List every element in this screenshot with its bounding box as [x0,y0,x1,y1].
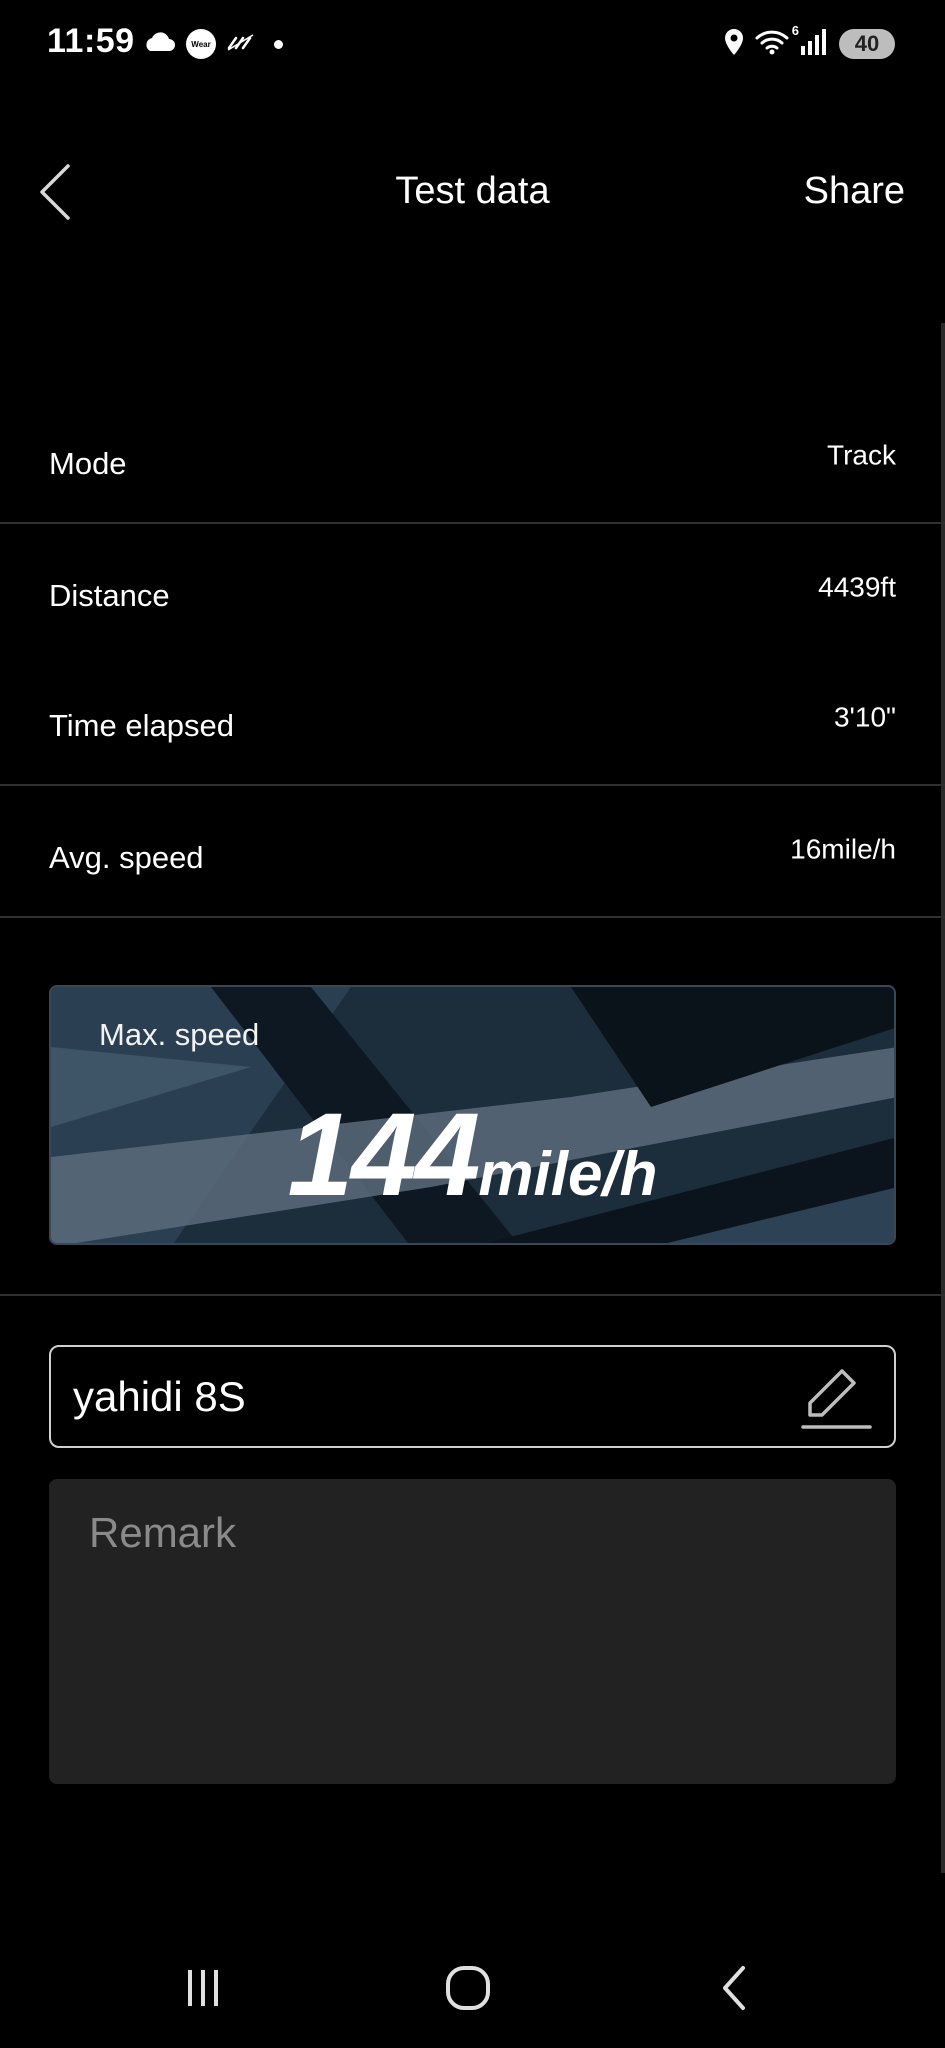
dot-icon [274,39,283,49]
divider [0,1294,945,1296]
device-name-value: yahidi 8S [73,1372,246,1420]
max-speed-value: 144 [287,1089,480,1221]
battery-indicator: 40 [839,29,895,59]
status-left-icons: Wear [142,26,283,62]
home-icon[interactable] [438,1958,498,2018]
row-value: Track [827,439,896,471]
row-mode: Mode Track [0,392,945,522]
row-value: 3'10" [833,701,896,733]
row-avg-speed: Avg. speed 16mile/h [0,786,945,916]
row-label: Time elapsed [49,708,234,744]
row-value: 16mile/h [790,833,896,865]
back-icon[interactable] [705,1958,765,2018]
row-label: Distance [49,578,170,614]
row-time-elapsed: Time elapsed 3'10" [0,654,945,784]
cell-signal-icon [799,28,829,61]
wifi-icon: 6 [755,23,799,60]
status-time: 11:59 [47,22,135,60]
location-icon [723,28,745,61]
device-name-field[interactable]: yahidi 8S [49,1345,896,1448]
remark-placeholder: Remark [89,1509,237,1556]
max-speed-readout: 144mile/h [51,1087,894,1223]
no-signal-icon [226,32,256,57]
max-speed-label: Max. speed [99,1017,260,1052]
status-bar: 11:59 Wear 6 40 [0,0,945,88]
test-data-list: Mode Track Distance 4439ft Time elapsed … [0,392,945,918]
row-label: Mode [49,446,127,482]
system-nav-bar [0,1940,945,2040]
divider [0,916,945,918]
share-button[interactable]: Share [804,170,905,213]
row-value: 4439ft [818,571,896,603]
remark-textarea[interactable]: Remark [49,1479,896,1784]
wifi-label: 6 [791,22,799,38]
row-label: Avg. speed [49,840,204,876]
recent-apps-icon[interactable] [173,1958,233,2018]
wear-icon: Wear [186,29,216,59]
cloud-icon [142,31,176,58]
header: Test data Share [0,150,945,235]
row-distance: Distance 4439ft [0,524,945,654]
max-speed-card: Max. speed 144mile/h [49,985,896,1245]
status-right-icons: 6 40 [723,23,895,62]
max-speed-unit: mile/h [478,1140,658,1209]
pencil-edit-icon[interactable] [798,1359,874,1435]
